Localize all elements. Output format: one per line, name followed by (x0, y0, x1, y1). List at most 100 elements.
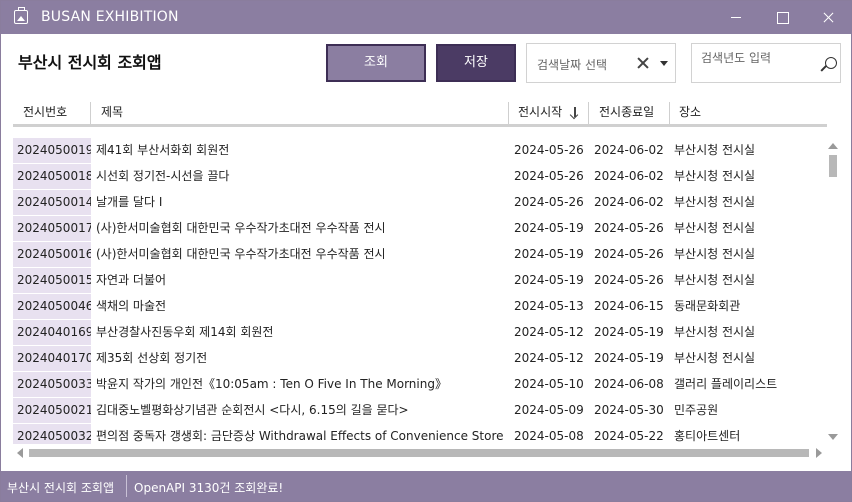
table-row[interactable]: 2024050033 박윤지 작가의 개인전《10:05am : Ten O Fi… (13, 372, 823, 398)
scroll-left-icon[interactable] (17, 448, 23, 458)
table-row[interactable]: 2024040169 부산경찰사진동우회 제14회 회원전 2024-05-12 20… (13, 320, 823, 346)
table-row[interactable]: 2024050032 편의점 중독자 갱생회: 금단증상 Withdrawal E… (13, 424, 823, 444)
cell-end-date: 2024-05-22 (594, 429, 664, 443)
cell-place: 부산시청 전시실 (674, 247, 756, 261)
column-divider[interactable] (508, 102, 509, 124)
horizontal-scrollbar[interactable] (13, 444, 825, 462)
close-icon[interactable] (805, 1, 851, 34)
scroll-up-icon[interactable] (828, 143, 838, 149)
maximize-icon[interactable] (759, 1, 805, 34)
cell-exhibition-id: 2024050033 (13, 372, 91, 397)
cell-end-date: 2024-06-08 (594, 377, 664, 391)
sort-down-icon (570, 107, 580, 119)
cell-place: 민주공원 (674, 403, 719, 417)
date-picker[interactable]: 검색날짜 선택 (526, 43, 676, 83)
cell-place: 동래문화회관 (674, 299, 741, 313)
cell-place: 부산시청 전시실 (674, 273, 756, 287)
table-row[interactable]: 2024050046 색채의 마술전 2024-05-13 2024-06-15 동래문… (13, 294, 823, 320)
cell-end-date: 2024-06-15 (594, 299, 664, 313)
save-button[interactable]: 저장 (436, 44, 516, 82)
cell-exhibition-id: 2024050046 (13, 294, 91, 319)
cell-start-date: 2024-05-19 (514, 221, 584, 235)
cell-end-date: 2024-05-19 (594, 325, 664, 339)
search-button[interactable]: 조회 (326, 44, 426, 82)
cell-start-date: 2024-05-19 (514, 273, 584, 287)
cell-end-date: 2024-05-30 (594, 403, 664, 417)
column-header-title[interactable]: 제목 (93, 97, 503, 127)
status-app-name: 부산시 전시회 조회앱 (7, 481, 114, 495)
chevron-down-icon[interactable] (660, 61, 668, 66)
column-divider[interactable] (588, 102, 589, 124)
cell-place: 부산시청 전시실 (674, 351, 756, 365)
search-icon[interactable] (821, 56, 839, 74)
app-window: BUSAN EXHIBITION 부산시 전시회 조회앱 조회 저장 검색날짜 … (0, 0, 852, 502)
cell-start-date: 2024-05-09 (514, 403, 584, 417)
status-divider (126, 475, 127, 497)
cell-place: 부산시청 전시실 (674, 195, 756, 209)
page-title: 부산시 전시회 조회앱 (18, 53, 162, 72)
cell-start-date: 2024-05-19 (514, 247, 584, 261)
table-row[interactable]: 2024050014 날개를 달다 I 2024-05-26 2024-06-02 부산… (13, 190, 823, 216)
cell-end-date: 2024-06-02 (594, 143, 664, 157)
cell-exhibition-id: 2024050015 (13, 268, 91, 293)
cell-exhibition-id: 2024040170 (13, 346, 91, 371)
cell-end-date: 2024-05-26 (594, 247, 664, 261)
cell-end-date: 2024-06-02 (594, 195, 664, 209)
cell-place: 부산시청 전시실 (674, 221, 756, 235)
exhibition-grid: 전시번호 제목 전시시작 전시종료일 장소 2024050019 제41회 부산서… (13, 97, 841, 465)
table-row[interactable]: 2024040170 제35회 선상회 정기전 2024-05-12 2024-05-… (13, 346, 823, 372)
window-title: BUSAN EXHIBITION (41, 9, 179, 25)
column-header-id[interactable]: 전시번호 (15, 97, 89, 127)
column-header-end[interactable]: 전시종료일 (591, 97, 667, 127)
title-bar[interactable]: BUSAN EXHIBITION (1, 1, 851, 34)
cell-title: 자연과 더불어 (96, 273, 167, 287)
date-placeholder: 검색날짜 선택 (537, 58, 608, 72)
cell-end-date: 2024-05-26 (594, 221, 664, 235)
cell-end-date: 2024-06-02 (594, 169, 664, 183)
cell-title: 제35회 선상회 정기전 (96, 351, 208, 365)
table-row[interactable]: 2024050019 제41회 부산서화회 회원전 2024-05-26 2024-0… (13, 138, 823, 164)
table-row[interactable]: 2024050017 (사)한서미술협회 대한민국 우수작가초대전 우수작품 전시… (13, 216, 823, 242)
status-bar: 부산시 전시회 조회앱 OpenAPI 3130건 조회완료! (1, 471, 851, 501)
scroll-right-icon[interactable] (816, 448, 822, 458)
app-icon (14, 7, 28, 24)
table-row[interactable]: 2024050015 자연과 더불어 2024-05-19 2024-05-26 부산시… (13, 268, 823, 294)
column-header-start[interactable]: 전시시작 (510, 97, 586, 127)
cell-title: 색채의 마술전 (96, 299, 167, 313)
cell-title: 날개를 달다 I (96, 195, 163, 209)
scroll-down-icon[interactable] (828, 434, 838, 440)
cell-exhibition-id: 2024040169 (13, 320, 91, 345)
cell-start-date: 2024-05-13 (514, 299, 584, 313)
clear-icon[interactable] (635, 55, 651, 71)
cell-start-date: 2024-05-08 (514, 429, 584, 443)
column-header-place[interactable]: 장소 (671, 97, 821, 127)
cell-exhibition-id: 2024050019 (13, 138, 91, 163)
scroll-thumb[interactable] (829, 155, 837, 177)
cell-exhibition-id: 2024050021 (13, 398, 91, 423)
horizontal-scroll-thumb[interactable] (29, 449, 809, 457)
table-row[interactable]: 2024050021 김대중노벨평화상기념관 순회전시 <다시, 6.15의 길을… (13, 398, 823, 424)
cell-place: 홍티아트센터 (674, 429, 741, 443)
table-row[interactable]: 2024050018 시선회 정기전-시선을 끌다 2024-05-26 2024-0… (13, 164, 823, 190)
year-search-input[interactable]: 검색년도 입력 (691, 43, 841, 83)
cell-exhibition-id: 2024050014 (13, 190, 91, 215)
cell-start-date: 2024-05-26 (514, 169, 584, 183)
cell-place: 갤러리 플레이리스트 (674, 377, 778, 391)
cell-title: 박윤지 작가의 개인전《10:05am : Ten O Five In The … (96, 377, 447, 391)
cell-exhibition-id: 2024050016 (13, 242, 91, 267)
column-divider[interactable] (90, 102, 91, 124)
grid-rows: 2024050019 제41회 부산서화회 회원전 2024-05-26 2024-0… (13, 138, 823, 444)
cell-title: 제41회 부산서화회 회원전 (96, 143, 230, 157)
column-header-start-label: 전시시작 (518, 105, 563, 119)
table-row[interactable]: 2024050016 (사)한서미술협회 대한민국 우수작가초대전 우수작품 전시… (13, 242, 823, 268)
column-divider[interactable] (669, 102, 670, 124)
cell-start-date: 2024-05-12 (514, 351, 584, 365)
cell-place: 부산시청 전시실 (674, 143, 756, 157)
cell-title: 김대중노벨평화상기념관 순회전시 <다시, 6.15의 길을 묻다> (96, 403, 409, 417)
vertical-scrollbar[interactable] (825, 138, 841, 444)
cell-place: 부산시청 전시실 (674, 169, 756, 183)
minimize-icon[interactable] (713, 1, 759, 34)
cell-end-date: 2024-05-19 (594, 351, 664, 365)
cell-title: 시선회 정기전-시선을 끌다 (96, 169, 230, 183)
grid-header: 전시번호 제목 전시시작 전시종료일 장소 (13, 97, 827, 127)
